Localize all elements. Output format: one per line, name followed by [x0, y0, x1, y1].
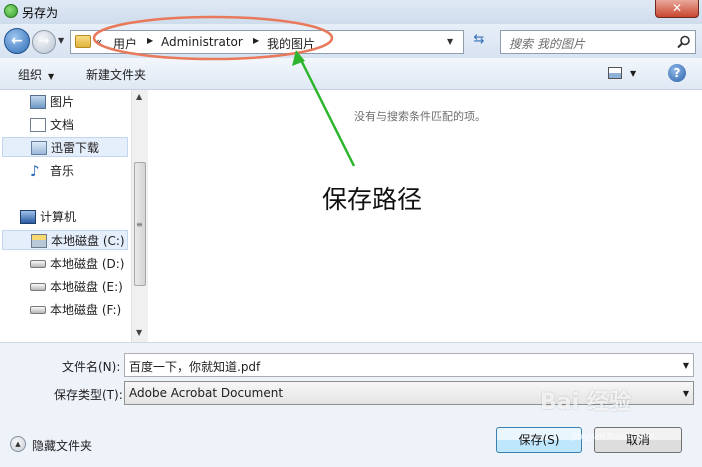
scroll-up-icon[interactable]: ▲ — [136, 92, 142, 101]
empty-state-message: 没有与搜索条件匹配的项。 — [354, 110, 486, 123]
filename-input[interactable]: 百度一下，你就知道.pdf ▼ — [124, 353, 694, 377]
breadcrumb-users[interactable]: 用户 — [113, 35, 137, 52]
save-button[interactable]: 保存(S) — [496, 427, 582, 453]
system-drive-icon — [31, 234, 47, 248]
scroll-down-icon[interactable]: ▼ — [136, 328, 142, 337]
filetype-label: 保存类型(T): — [54, 388, 123, 402]
sidebar-item-pictures[interactable]: 图片 — [30, 92, 126, 112]
sidebar-item-drive-f[interactable]: 本地磁盘 (F:) — [30, 300, 126, 320]
breadcrumb-separator-icon[interactable]: ▶ — [253, 36, 259, 45]
app-icon — [4, 4, 18, 18]
sidebar-item-label: 本地磁盘 (E:) — [50, 280, 123, 294]
search-placeholder: 搜索 我的图片 — [509, 37, 585, 51]
sidebar-item-label: 迅雷下载 — [51, 141, 100, 155]
hide-folders-label: 隐藏文件夹 — [32, 439, 93, 453]
sidebar-item-label: 图片 — [50, 95, 75, 109]
navigation-bar: ← → ▼ « 用户 ▶ Administrator ▶ 我的图片 ▼ ⇆ 搜索… — [0, 24, 702, 58]
music-icon: ♪ — [30, 162, 40, 180]
file-list-pane[interactable]: 没有与搜索条件匹配的项。 — [149, 90, 702, 342]
new-folder-button[interactable]: 新建文件夹 — [86, 66, 146, 83]
sidebar-item-drive-e[interactable]: 本地磁盘 (E:) — [30, 277, 126, 297]
filetype-value: Adobe Acrobat Document — [129, 386, 284, 400]
drive-icon — [30, 260, 46, 268]
drive-icon — [30, 283, 46, 291]
downloads-icon — [31, 141, 47, 155]
documents-icon — [30, 118, 46, 132]
collapse-up-icon: ▲ — [10, 436, 26, 452]
refresh-icon[interactable]: ⇆ — [468, 32, 490, 52]
sidebar-item-label: 音乐 — [50, 164, 75, 178]
address-bar[interactable]: « 用户 ▶ Administrator ▶ 我的图片 ▼ — [70, 30, 464, 54]
pictures-icon — [30, 95, 46, 109]
breadcrumb-my-pictures[interactable]: 我的图片 — [267, 35, 315, 52]
sidebar-item-computer[interactable]: 计算机 — [20, 207, 126, 227]
chevron-down-icon: ▼ — [48, 72, 55, 81]
computer-icon — [20, 210, 36, 224]
organize-button[interactable]: 组织 ▼ — [18, 66, 54, 83]
sidebar-item-label: 本地磁盘 (D:) — [50, 257, 125, 271]
sidebar-item-label: 本地磁盘 (F:) — [50, 303, 122, 317]
filename-label: 文件名(N): — [62, 360, 121, 374]
view-dropdown-icon[interactable]: ▼ — [630, 69, 636, 78]
sidebar-item-documents[interactable]: 文档 — [30, 115, 126, 135]
back-button[interactable]: ← — [4, 28, 30, 54]
address-dropdown-icon[interactable]: ▼ — [447, 37, 453, 46]
annotation-label: 保存路径 — [322, 185, 423, 214]
sidebar-item-xunlei-downloads[interactable]: 迅雷下载 — [2, 137, 128, 157]
sidebar-item-label: 文档 — [50, 118, 75, 132]
view-options-icon[interactable] — [608, 67, 622, 79]
search-box[interactable]: 搜索 我的图片 — [500, 30, 696, 54]
breadcrumb-administrator[interactable]: Administrator — [161, 35, 243, 49]
help-icon[interactable]: ? — [668, 64, 686, 82]
breadcrumb-overflow[interactable]: « — [95, 35, 102, 49]
scroll-grip-icon: ≡ — [136, 220, 143, 229]
sidebar-item-drive-d[interactable]: 本地磁盘 (D:) — [30, 254, 126, 274]
organize-label: 组织 — [18, 68, 43, 82]
search-icon[interactable] — [677, 35, 691, 49]
navigation-scrollbar[interactable]: ▲ ≡ ▼ — [131, 90, 148, 342]
breadcrumb-separator-icon[interactable]: ▶ — [147, 36, 153, 45]
history-dropdown-icon[interactable]: ▼ — [58, 36, 64, 45]
window-title: 另存为 — [22, 6, 59, 20]
filename-value: 百度一下，你就知道.pdf — [129, 360, 261, 374]
folder-icon — [75, 35, 91, 48]
navigation-pane: 图片 文档 迅雷下载 ♪ 音乐 计算机 本地磁盘 (C:) 本地磁盘 (D:) … — [0, 90, 148, 342]
sidebar-item-drive-c[interactable]: 本地磁盘 (C:) — [2, 230, 128, 250]
title-bar: 另存为 ✕ — [0, 0, 702, 24]
sidebar-item-label: 计算机 — [40, 210, 77, 224]
watermark-url: jingyan.baidu.com — [572, 432, 656, 442]
drive-icon — [30, 306, 46, 314]
sidebar-item-label: 本地磁盘 (C:) — [51, 234, 125, 248]
chevron-down-icon[interactable]: ▼ — [683, 361, 689, 370]
chevron-down-icon[interactable]: ▼ — [683, 389, 689, 398]
close-button[interactable]: ✕ — [655, 0, 699, 18]
forward-button[interactable]: → — [32, 30, 56, 54]
watermark-logo: Bai 经验 — [540, 390, 631, 415]
command-bar: 组织 ▼ 新建文件夹 ▼ ? — [0, 58, 702, 90]
sidebar-item-music[interactable]: ♪ 音乐 — [30, 161, 126, 181]
